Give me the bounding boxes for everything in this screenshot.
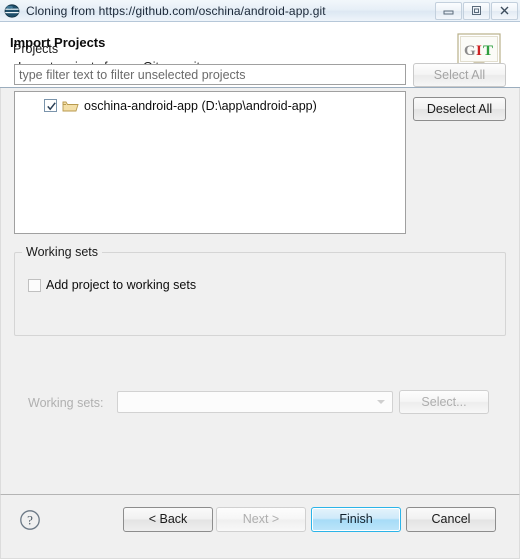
add-to-working-sets-checkbox[interactable]: [28, 278, 41, 292]
window-controls: [434, 1, 518, 20]
svg-text:T: T: [483, 43, 493, 59]
project-name: oschina-android-app (D:\app\android-app): [84, 98, 317, 113]
eclipse-git-sphere-icon: [4, 3, 20, 19]
back-button[interactable]: < Back: [123, 507, 213, 532]
window-title: Cloning from https://github.com/oschina/…: [26, 3, 326, 18]
close-button[interactable]: [491, 1, 518, 20]
open-folder-icon: [62, 99, 79, 113]
finish-button[interactable]: Finish: [311, 507, 401, 532]
next-button[interactable]: Next >: [216, 507, 306, 532]
project-filter-input[interactable]: [14, 64, 406, 85]
projects-group-label: Projects: [13, 42, 59, 56]
dialog-window: Cloning from https://github.com/oschina/…: [0, 0, 520, 559]
minimize-button[interactable]: [435, 1, 462, 20]
list-item[interactable]: oschina-android-app (D:\app\android-app): [15, 96, 405, 115]
chevron-down-icon: [377, 400, 385, 404]
svg-text:I: I: [476, 43, 482, 59]
maximize-button[interactable]: [463, 1, 490, 20]
help-icon[interactable]: ?: [19, 509, 41, 531]
svg-text:G: G: [464, 43, 476, 59]
working-sets-combo[interactable]: [117, 391, 393, 413]
project-list[interactable]: oschina-android-app (D:\app\android-app): [14, 91, 406, 234]
working-sets-field-label: Working sets:: [28, 396, 104, 410]
add-to-working-sets-row[interactable]: Add project to working sets: [28, 278, 196, 292]
svg-text:?: ?: [27, 513, 33, 528]
working-sets-group-label: Working sets: [22, 245, 103, 259]
add-to-working-sets-label: Add project to working sets: [46, 278, 197, 292]
cancel-button[interactable]: Cancel: [406, 507, 496, 532]
working-sets-group: [14, 252, 506, 336]
project-checkbox[interactable]: [44, 99, 57, 112]
deselect-all-button[interactable]: Deselect All: [413, 97, 506, 121]
select-all-button[interactable]: Select All: [413, 63, 506, 87]
working-sets-select-button[interactable]: Select...: [399, 390, 489, 414]
title-bar[interactable]: Cloning from https://github.com/oschina/…: [0, 0, 520, 22]
